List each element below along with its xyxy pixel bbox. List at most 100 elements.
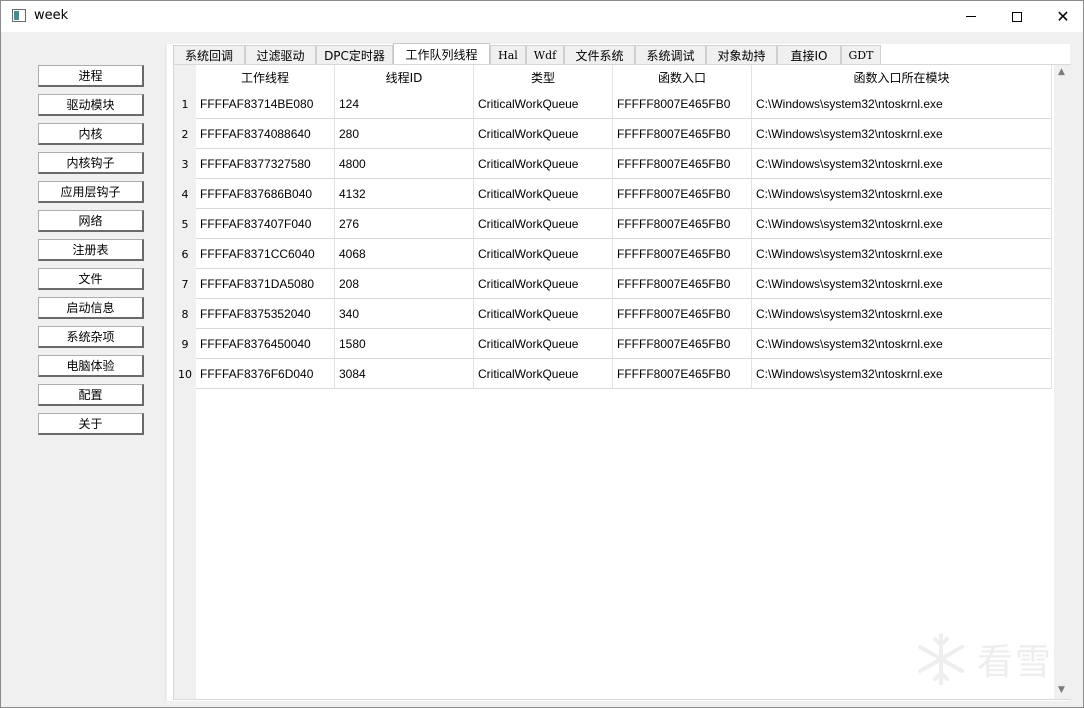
table-cell: 124 — [335, 89, 474, 119]
table-cell: 3084 — [335, 359, 474, 389]
table-cell: 4800 — [335, 149, 474, 179]
table-row[interactable]: 7 FFFFAF8371DA5080 208 CriticalWorkQueue FFF… — [174, 269, 1054, 299]
tab-4[interactable]: Hal — [490, 45, 526, 64]
table-cell: CriticalWorkQueue — [474, 269, 613, 299]
table-corner — [174, 65, 196, 89]
sidebar-button[interactable]: 文件 — [38, 268, 144, 290]
table-cell: CriticalWorkQueue — [474, 179, 613, 209]
table-cell: C:\Windows\system32\ntoskrnl.exe — [752, 329, 1052, 359]
chevron-down-icon[interactable]: ▼ — [1058, 685, 1065, 695]
table-cell: 4068 — [335, 239, 474, 269]
watermark: 看雪 — [911, 626, 1056, 691]
sidebar-button[interactable]: 内核钩子 — [38, 152, 144, 174]
close-button[interactable]: ✕ — [1040, 1, 1084, 32]
minimize-icon — [966, 16, 976, 17]
table-cell: FFFFF8007E465FB0 — [613, 149, 752, 179]
table-cell: 276 — [335, 209, 474, 239]
table-cell: CriticalWorkQueue — [474, 89, 613, 119]
tab-7[interactable]: 系统调试 — [635, 45, 706, 64]
window-title: week — [34, 8, 69, 23]
table-cell: CriticalWorkQueue — [474, 239, 613, 269]
table-cell: CriticalWorkQueue — [474, 299, 613, 329]
column-headers: 工作线程 线程ID 类型 函数入口 函数入口所在模块 — [196, 65, 1052, 89]
sidebar-button[interactable]: 配置 — [38, 384, 144, 406]
table-cell: 340 — [335, 299, 474, 329]
table-cell: CriticalWorkQueue — [474, 359, 613, 389]
table-cell: CriticalWorkQueue — [474, 119, 613, 149]
maximize-button[interactable] — [994, 1, 1040, 32]
sidebar-button[interactable]: 关于 — [38, 413, 144, 435]
tab-2[interactable]: DPC定时器 — [316, 45, 393, 64]
table-cell: FFFFF8007E465FB0 — [613, 269, 752, 299]
table-row[interactable]: 10 FFFFAF8376F6D040 3084 CriticalWorkQueue F… — [174, 359, 1054, 389]
row-number: 2 — [174, 119, 196, 149]
row-number: 8 — [174, 299, 196, 329]
table-cell: FFFFAF8371CC6040 — [196, 239, 335, 269]
table-cell: CriticalWorkQueue — [474, 209, 613, 239]
table-cell: FFFFAF83714BE080 — [196, 89, 335, 119]
tab-5[interactable]: Wdf — [526, 45, 564, 64]
row-number: 7 — [174, 269, 196, 299]
tab-8[interactable]: 对象劫持 — [706, 45, 777, 64]
sidebar-button[interactable]: 启动信息 — [38, 297, 144, 319]
sidebar-button[interactable]: 进程 — [38, 65, 144, 87]
table-cell: CriticalWorkQueue — [474, 329, 613, 359]
table-cell: FFFFAF8377327580 — [196, 149, 335, 179]
close-icon: ✕ — [1056, 6, 1070, 26]
sidebar-button[interactable]: 注册表 — [38, 239, 144, 261]
row-number: 10 — [174, 359, 196, 389]
table-row[interactable]: 6 FFFFAF8371CC6040 4068 CriticalWorkQueue FF… — [174, 239, 1054, 269]
watermark-text: 看雪 — [977, 641, 1054, 683]
table-cell: C:\Windows\system32\ntoskrnl.exe — [752, 239, 1052, 269]
table-row[interactable]: 2 FFFFAF8374088640 280 CriticalWorkQueue FFF… — [174, 119, 1054, 149]
table-cell: CriticalWorkQueue — [474, 149, 613, 179]
tab-6[interactable]: 文件系统 — [564, 45, 635, 64]
sidebar-button[interactable]: 网络 — [38, 210, 144, 232]
scroll-track[interactable] — [1055, 79, 1070, 683]
sidebar-button[interactable]: 电脑体验 — [38, 355, 144, 377]
table-cell: C:\Windows\system32\ntoskrnl.exe — [752, 209, 1052, 239]
row-number: 5 — [174, 209, 196, 239]
table-cell: 280 — [335, 119, 474, 149]
table-cell: FFFFF8007E465FB0 — [613, 119, 752, 149]
snowflake-icon — [918, 632, 964, 685]
sidebar-button[interactable]: 内核 — [38, 123, 144, 145]
column-header[interactable]: 函数入口所在模块 — [752, 65, 1052, 89]
table-row[interactable]: 5 FFFFAF837407F040 276 CriticalWorkQueue FFF… — [174, 209, 1054, 239]
vertical-scrollbar[interactable]: ▲ ▼ — [1054, 65, 1071, 699]
table-row[interactable]: 8 FFFFAF8375352040 340 CriticalWorkQueue FFF… — [174, 299, 1054, 329]
tab-3[interactable]: 工作队列线程 — [393, 43, 490, 64]
table-cell: C:\Windows\system32\ntoskrnl.exe — [752, 299, 1052, 329]
table-cell: FFFFF8007E465FB0 — [613, 329, 752, 359]
tab-10[interactable]: GDT — [841, 45, 881, 64]
table-row[interactable]: 3 FFFFAF8377327580 4800 CriticalWorkQueue FF… — [174, 149, 1054, 179]
chevron-up-icon[interactable]: ▲ — [1058, 67, 1065, 77]
sidebar-button[interactable]: 系统杂项 — [38, 326, 144, 348]
tab-9[interactable]: 直接IO — [777, 45, 841, 64]
row-number: 6 — [174, 239, 196, 269]
table-cell: C:\Windows\system32\ntoskrnl.exe — [752, 269, 1052, 299]
table-row[interactable]: 4 FFFFAF837686B040 4132 CriticalWorkQueue FF… — [174, 179, 1054, 209]
tab-1[interactable]: 过滤驱动 — [245, 45, 316, 64]
column-header[interactable]: 工作线程 — [196, 65, 335, 89]
minimize-button[interactable] — [948, 1, 994, 32]
column-header[interactable]: 函数入口 — [613, 65, 752, 89]
work-queue-thread-table: 工作线程 线程ID 类型 函数入口 函数入口所在模块 1 FFFFAF83714BE080… — [173, 64, 1071, 700]
column-header[interactable]: 线程ID — [335, 65, 474, 89]
table-cell: FFFFAF8376450040 — [196, 329, 335, 359]
table-cell: C:\Windows\system32\ntoskrnl.exe — [752, 89, 1052, 119]
table-row[interactable]: 1 FFFFAF83714BE080 124 CriticalWorkQueue FFF… — [174, 89, 1054, 119]
table-cell: FFFFF8007E465FB0 — [613, 239, 752, 269]
table-cell: FFFFF8007E465FB0 — [613, 299, 752, 329]
table-cell: C:\Windows\system32\ntoskrnl.exe — [752, 359, 1052, 389]
table-cell: FFFFF8007E465FB0 — [613, 359, 752, 389]
app-icon — [12, 9, 26, 22]
sidebar-button[interactable]: 应用层钩子 — [38, 181, 144, 203]
tab-0[interactable]: 系统回调 — [173, 45, 245, 64]
tab-bar: 系统回调 过滤驱动 DPC定时器 工作队列线程 Hal Wdf 文件系统 系统调试 对象劫持 直接… — [173, 43, 881, 64]
sidebar-button[interactable]: 驱动模块 — [38, 94, 144, 116]
column-header[interactable]: 类型 — [474, 65, 613, 89]
row-number: 4 — [174, 179, 196, 209]
table-cell: C:\Windows\system32\ntoskrnl.exe — [752, 119, 1052, 149]
table-row[interactable]: 9 FFFFAF8376450040 1580 CriticalWorkQueue FF… — [174, 329, 1054, 359]
